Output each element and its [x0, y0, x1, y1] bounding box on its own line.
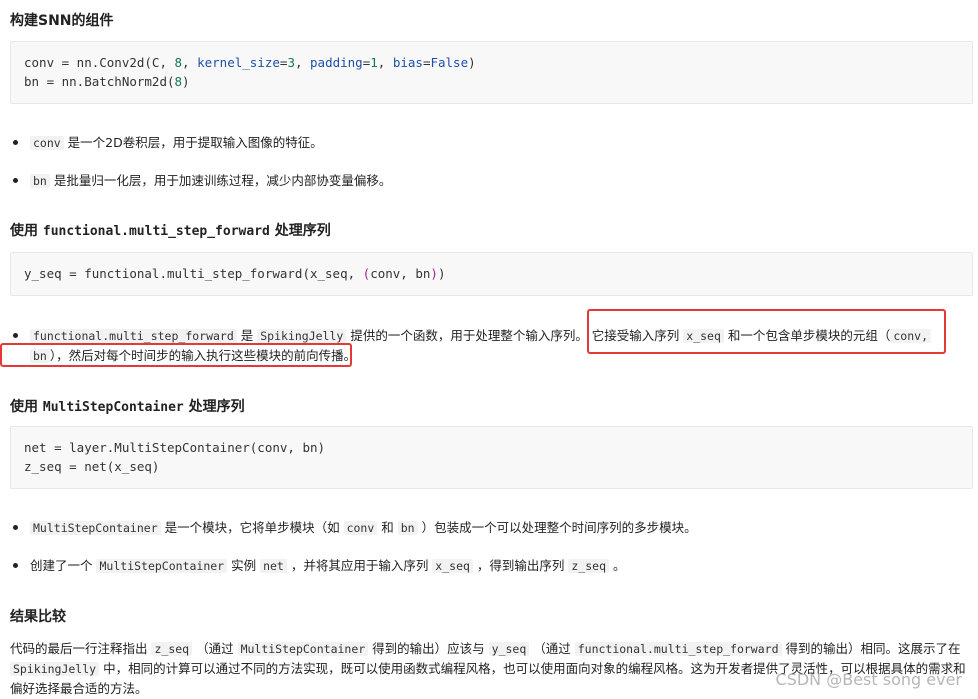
- heading-text: 处理序列: [183, 399, 245, 415]
- inline-code: z_seq: [151, 642, 193, 656]
- section-heading-container: 使用 MultiStepContainer 处理序列: [10, 396, 245, 416]
- list-item-text: 实例: [227, 558, 261, 573]
- list-item-net: 创建了一个 MultiStepContainer 实例 net ，并将其应用于输…: [10, 556, 965, 576]
- highlight-box-lower: [0, 343, 352, 367]
- code-number: 8: [174, 74, 183, 89]
- list-item-text: 是批量归一化层，用于加速训练过程，减少内部协变量偏移。: [49, 173, 392, 188]
- code-keyword: False: [430, 55, 469, 70]
- list-item-text: 。: [609, 558, 626, 573]
- code-keyword: kernel_size: [197, 55, 280, 70]
- list-item-text: 是: [236, 328, 258, 343]
- inline-code: MultiStepContainer: [30, 521, 161, 535]
- code-number: 8: [174, 55, 183, 70]
- list-item-text: 是一个2D卷积层，用于提取输入图像的特征。: [63, 135, 323, 150]
- list-item-text: ）包装成一个可以处理整个时间序列的多步模块。: [417, 520, 697, 535]
- list-item-text: ，得到输出序列: [472, 558, 569, 573]
- list-item-conv: conv 是一个2D卷积层，用于提取输入图像的特征。: [10, 133, 965, 153]
- inline-code: SpikingJelly: [257, 329, 347, 343]
- code-text: z_seq = net(x_seq): [24, 459, 160, 474]
- inline-code: SpikingJelly: [10, 662, 100, 676]
- comparison-paragraph: 代码的最后一行注释指出 z_seq （通过 MultiStepContainer…: [10, 639, 970, 698]
- inline-code: MultiStepContainer: [96, 559, 228, 573]
- heading-text: 处理序列: [269, 223, 331, 239]
- code-keyword: bias: [392, 55, 423, 70]
- code-text: ,: [182, 55, 198, 70]
- inline-code: z_seq: [568, 559, 609, 573]
- highlight-box-upper: [587, 309, 946, 354]
- code-text: bn = nn.BatchNorm2d(: [24, 74, 175, 89]
- inline-code: conv: [30, 136, 64, 150]
- inline-code: bn: [397, 521, 418, 535]
- code-number: 1: [370, 55, 378, 70]
- heading-text: 使用: [10, 223, 43, 239]
- code-text: ): [468, 55, 476, 70]
- paragraph-text: 得到的输出）应该与: [368, 641, 489, 656]
- code-text: net = layer.MultiStepContainer(conv, bn): [24, 440, 326, 455]
- code-text: ,: [377, 55, 393, 70]
- code-text: conv = nn.Conv2d(C,: [24, 55, 175, 70]
- heading-code: MultiStepContainer: [42, 400, 184, 415]
- code-paren: ): [430, 266, 438, 281]
- code-text: ): [437, 266, 446, 281]
- paragraph-text: 得到的输出）相同。这展示了在: [781, 641, 961, 656]
- inline-code: x_seq: [432, 559, 473, 573]
- section-heading-functional: 使用 functional.multi_step_forward 处理序列: [10, 220, 331, 240]
- code-text: ): [182, 74, 190, 89]
- inline-code: bn: [30, 174, 50, 188]
- inline-code: functional.multi_step_forward: [30, 329, 237, 343]
- list-item-container: MultiStepContainer 是一个模块，它将单步模块（如 conv 和…: [10, 518, 965, 538]
- inline-code: net: [260, 559, 287, 573]
- paragraph-text: （通过: [192, 641, 238, 656]
- paragraph-text: （通过: [529, 641, 575, 656]
- watermark: CSDN @Best song ever: [775, 670, 962, 689]
- paragraph-text: 代码的最后一行注释指出: [10, 641, 152, 656]
- inline-code: MultiStepContainer: [237, 642, 369, 656]
- code-keyword: padding: [310, 55, 363, 70]
- code-block-components[interactable]: conv = nn.Conv2d(C, 8, kernel_size=3, pa…: [10, 41, 973, 104]
- list-item-text: 创建了一个: [30, 558, 97, 573]
- inline-code: conv: [343, 521, 378, 535]
- section-heading-comparison: 结果比较: [10, 609, 66, 625]
- code-text: ,: [294, 55, 311, 70]
- list-item-text: 是一个模块，它将单步模块（如: [160, 520, 344, 535]
- section-heading-components: 构建SNN的组件: [10, 13, 114, 29]
- inline-code: functional.multi_step_forward: [574, 642, 782, 656]
- heading-code: functional.multi_step_forward: [42, 224, 270, 239]
- code-text: y_seq = functional.multi_step_forward(x_…: [24, 266, 363, 281]
- code-block-container[interactable]: net = layer.MultiStepContainer(conv, bn)…: [10, 426, 973, 489]
- list-item-bn: bn 是批量归一化层，用于加速训练过程，减少内部协变量偏移。: [10, 171, 965, 191]
- inline-code: y_seq: [488, 642, 530, 656]
- list-item-text: ，并将其应用于输入序列: [286, 558, 433, 573]
- code-text: conv, bn: [370, 266, 431, 281]
- heading-text: 使用: [10, 399, 43, 415]
- code-block-functional[interactable]: y_seq = functional.multi_step_forward(x_…: [10, 252, 973, 296]
- list-item-text: 和: [377, 520, 398, 535]
- code-number: 3: [287, 55, 295, 70]
